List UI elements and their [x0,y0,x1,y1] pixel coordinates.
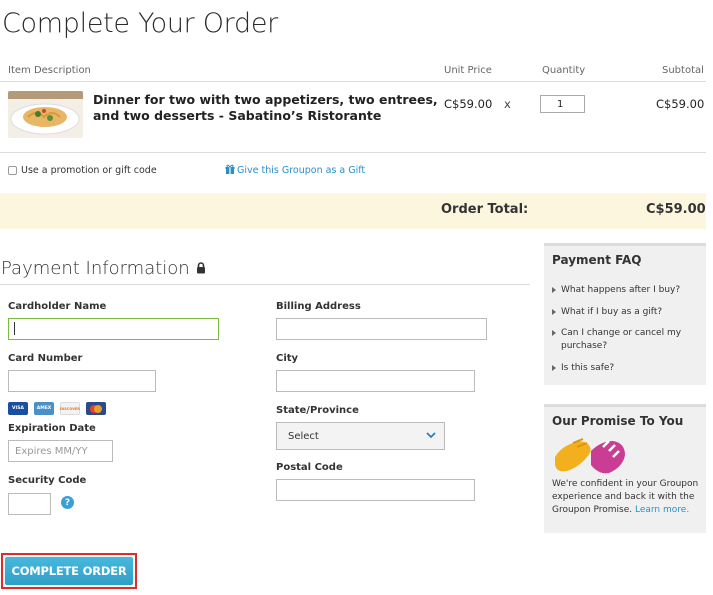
item-thumbnail [8,91,83,138]
state-select-value: Select [288,430,319,442]
order-total-bar [0,193,706,229]
page-title: Complete Your Order [2,8,278,39]
item-description[interactable]: Dinner for two with two appetizers, two … [93,92,438,124]
amex-card-icon: AMEX [34,402,54,415]
expiration-date-input[interactable] [8,440,113,462]
promo-code-checkbox[interactable] [8,166,17,175]
quantity-input[interactable] [540,95,585,113]
triangle-right-icon [552,365,556,371]
promise-title: Our Promise To You [552,414,684,428]
postal-code-label: Postal Code [276,462,343,473]
state-province-label: State/Province [276,405,359,416]
promo-code-label[interactable]: Use a promotion or gift code [21,165,157,176]
quantity-multiplier: x [504,97,511,111]
help-icon[interactable]: ? [61,496,74,509]
divider [0,152,706,153]
security-code-input[interactable] [8,493,51,515]
faq-item[interactable]: What happens after I buy? [552,284,702,297]
cardholder-name-label: Cardholder Name [8,301,107,312]
billing-address-label: Billing Address [276,301,361,312]
column-header-subtotal: Subtotal [662,65,704,76]
text-cursor [14,322,15,335]
gift-link[interactable]: Give this Groupon as a Gift [225,164,365,177]
card-number-input[interactable] [8,370,156,392]
triangle-right-icon [552,309,556,315]
divider [0,81,706,82]
payment-title-text: Payment Information [1,258,190,279]
column-header-item-description: Item Description [8,65,91,76]
item-subtotal: C$59.00 [656,97,705,111]
billing-address-input[interactable] [276,318,487,340]
cardholder-name-input[interactable] [8,318,219,340]
faq-item[interactable]: Is this safe? [552,362,702,375]
payment-section-title: Payment Information [1,258,206,279]
visa-card-icon: VISA [8,402,28,415]
lock-icon [196,258,206,279]
faq-item-label[interactable]: Is this safe? [561,362,614,375]
postal-code-input[interactable] [276,479,475,501]
expiration-date-label: Expiration Date [8,423,96,434]
column-header-quantity: Quantity [542,65,586,76]
gift-icon [225,164,235,177]
handshake-icon [551,437,629,479]
faq-item[interactable]: What if I buy as a gift? [552,306,702,319]
triangle-right-icon [552,330,556,336]
city-input[interactable] [276,370,475,392]
faq-item-label[interactable]: Can I change or cancel my purchase? [561,327,702,353]
complete-order-button[interactable]: COMPLETE ORDER [5,557,133,585]
learn-more-link[interactable]: Learn more. [635,505,689,515]
promise-text: We're confident in your Groupon experien… [552,478,702,517]
city-label: City [276,353,299,364]
faq-item[interactable]: Can I change or cancel my purchase? [552,327,702,353]
triangle-right-icon [552,287,556,293]
state-province-select[interactable]: Select [276,422,445,450]
gift-link-label[interactable]: Give this Groupon as a Gift [237,165,365,176]
payment-faq-title: Payment FAQ [552,253,642,267]
promise-panel: Our Promise To You We're confident in yo… [544,404,706,533]
divider [0,284,530,285]
column-header-unit-price: Unit Price [444,65,492,76]
security-code-label: Security Code [8,475,87,486]
item-unit-price: C$59.00 [444,97,493,111]
faq-item-label[interactable]: What happens after I buy? [561,284,680,297]
faq-item-label[interactable]: What if I buy as a gift? [561,306,662,319]
order-total-value: C$59.00 [646,202,706,217]
payment-faq-panel: Payment FAQ What happens after I buy? Wh… [544,243,706,385]
mastercard-icon [86,402,106,415]
discover-card-icon: DISCOVER [60,402,80,415]
chevron-down-icon [426,431,436,442]
order-total-label: Order Total: [441,202,529,217]
card-number-label: Card Number [8,353,83,364]
